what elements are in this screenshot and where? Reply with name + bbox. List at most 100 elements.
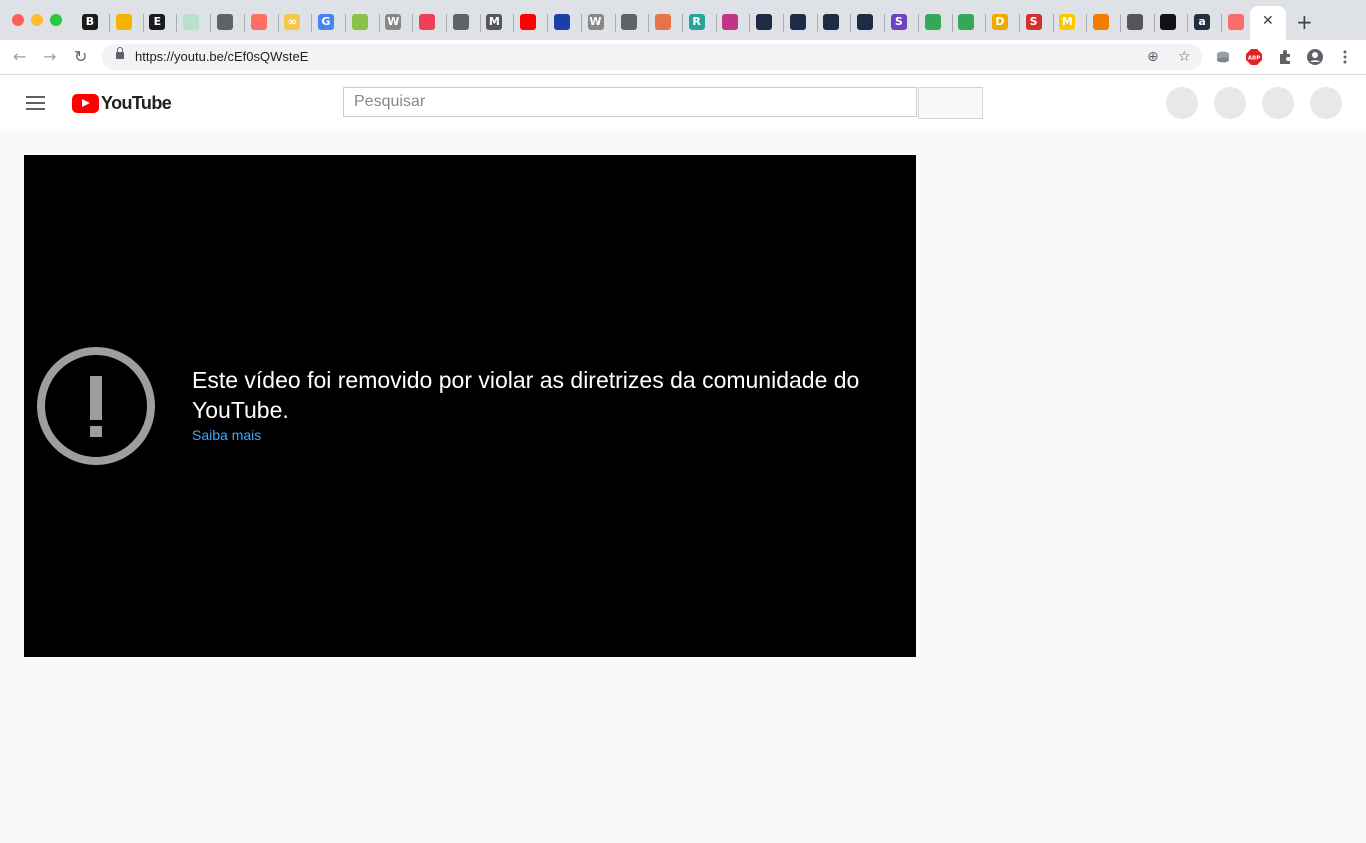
- sheet-icon[interactable]: [183, 14, 200, 30]
- tab-separator: [378, 14, 380, 32]
- pocket-icon[interactable]: [419, 14, 435, 30]
- dark-icon[interactable]: [1160, 14, 1177, 30]
- tab-separator: [176, 14, 178, 32]
- logo-text: YouTube: [101, 93, 172, 113]
- back-icon[interactable]: ←: [13, 47, 26, 66]
- tab-separator: [850, 14, 852, 32]
- bookmark-star-icon[interactable]: ☆: [1178, 49, 1191, 65]
- search-button[interactable]: [918, 87, 983, 119]
- warning-icon: [37, 347, 155, 465]
- tab-separator: [446, 14, 447, 32]
- window-maximize-button[interactable]: [50, 14, 62, 26]
- mountain-icon[interactable]: [823, 14, 840, 30]
- shop-icon[interactable]: [351, 14, 368, 30]
- close-tab-icon[interactable]: ✕: [1262, 13, 1274, 29]
- s-icon[interactable]: S: [890, 14, 907, 30]
- amazon-icon[interactable]: a: [1194, 14, 1211, 30]
- search-input[interactable]: [343, 87, 917, 117]
- avatar[interactable]: [1310, 87, 1342, 119]
- ring-icon[interactable]: [250, 14, 267, 30]
- install-icon[interactable]: ⊕: [1147, 49, 1159, 65]
- tab-strip: B E ∞ G W M W R S D S Ma ✕ +: [0, 0, 1366, 40]
- tab-separator: [1153, 14, 1155, 32]
- tab-separator: [1086, 14, 1088, 32]
- instagram-icon[interactable]: [722, 14, 739, 30]
- header-action-3[interactable]: [1262, 87, 1294, 119]
- google-icon[interactable]: G: [317, 14, 334, 30]
- youtube-icon[interactable]: [520, 14, 537, 30]
- tab-separator: [513, 14, 515, 32]
- learn-more-link[interactable]: Saiba mais: [192, 427, 261, 443]
- address-bar[interactable]: https://youtu.be/cEf0sQWsteE ⊕ ☆: [102, 44, 1202, 70]
- tab-separator: [1052, 14, 1054, 32]
- r-icon[interactable]: R: [688, 14, 705, 30]
- tab-separator: [547, 14, 549, 32]
- new-tab-button[interactable]: +: [1296, 12, 1313, 32]
- hamburger-menu-icon[interactable]: [26, 96, 45, 110]
- medium-icon[interactable]: M: [486, 14, 503, 30]
- youtube-play-icon: [72, 94, 99, 113]
- tab-separator: [917, 14, 919, 32]
- video-player[interactable]: Este vídeo foi removido por violar as di…: [24, 155, 916, 657]
- m-icon[interactable]: M: [1059, 14, 1076, 30]
- mountain-icon[interactable]: [756, 14, 772, 30]
- drive-icon[interactable]: [958, 14, 975, 30]
- d-icon[interactable]: D: [991, 14, 1008, 30]
- grid-icon[interactable]: [1093, 14, 1109, 30]
- e-icon[interactable]: E: [149, 14, 166, 30]
- header-action-2[interactable]: [1214, 87, 1246, 119]
- wikipedia-icon[interactable]: W: [385, 14, 402, 30]
- drive-icon[interactable]: [924, 14, 941, 30]
- tab-separator: [715, 14, 717, 32]
- tab-separator: [344, 14, 346, 32]
- tab-separator: [951, 14, 953, 32]
- tab-separator: [243, 14, 245, 32]
- tab-separator: [1018, 14, 1020, 32]
- forward-icon[interactable]: →: [43, 47, 56, 66]
- lock-icon[interactable]: [116, 47, 124, 59]
- s-icon[interactable]: S: [1025, 14, 1042, 30]
- youtube-header: YouTube: [0, 75, 1366, 131]
- header-action-1[interactable]: [1166, 87, 1198, 119]
- mountain-icon[interactable]: [789, 14, 806, 30]
- tab-separator: [1120, 14, 1121, 32]
- globe-icon[interactable]: [216, 14, 233, 30]
- slides-icon[interactable]: [115, 14, 132, 30]
- tab-separator: [412, 14, 414, 32]
- menu-kebab-icon[interactable]: [1337, 49, 1353, 65]
- tab-separator: [1221, 14, 1223, 32]
- tab-separator: [884, 14, 886, 32]
- tab-separator: [580, 14, 582, 32]
- profile-icon[interactable]: [1307, 49, 1323, 65]
- tab-separator: [816, 14, 818, 32]
- sphere-icon[interactable]: [553, 14, 570, 30]
- mountain-icon[interactable]: [857, 14, 874, 30]
- tab-separator: [1187, 14, 1189, 32]
- tab-separator: [479, 14, 481, 32]
- tab-separator: [311, 14, 313, 32]
- tab-separator: [783, 14, 784, 32]
- extensions-puzzle-icon[interactable]: [1277, 49, 1293, 65]
- window-minimize-button[interactable]: [31, 14, 43, 26]
- b-icon[interactable]: B: [82, 14, 98, 30]
- globe-icon[interactable]: [452, 14, 469, 30]
- active-tab[interactable]: ✕: [1250, 6, 1286, 40]
- adblock-icon[interactable]: ABP: [1246, 49, 1262, 65]
- url-text[interactable]: https://youtu.be/cEf0sQWsteE: [135, 49, 308, 64]
- svg-text:ABP: ABP: [1248, 56, 1260, 62]
- window-close-button[interactable]: [12, 14, 24, 26]
- arrow-icon[interactable]: [1126, 14, 1143, 30]
- removed-video-message: Este vídeo foi removido por violar as di…: [192, 367, 860, 423]
- tab-separator: [614, 14, 616, 32]
- extension-db-icon[interactable]: [1215, 49, 1231, 65]
- tab-separator: [749, 14, 751, 32]
- tab-separator: [681, 14, 683, 32]
- globe-icon[interactable]: [621, 14, 638, 30]
- wikipedia-icon[interactable]: W: [587, 14, 604, 30]
- infinity-icon[interactable]: ∞: [284, 14, 301, 30]
- tab-separator: [142, 14, 144, 32]
- reload-icon[interactable]: ↻: [74, 47, 87, 66]
- tab-separator: [648, 14, 650, 32]
- target-icon[interactable]: [1227, 14, 1244, 30]
- book-icon[interactable]: [654, 14, 671, 30]
